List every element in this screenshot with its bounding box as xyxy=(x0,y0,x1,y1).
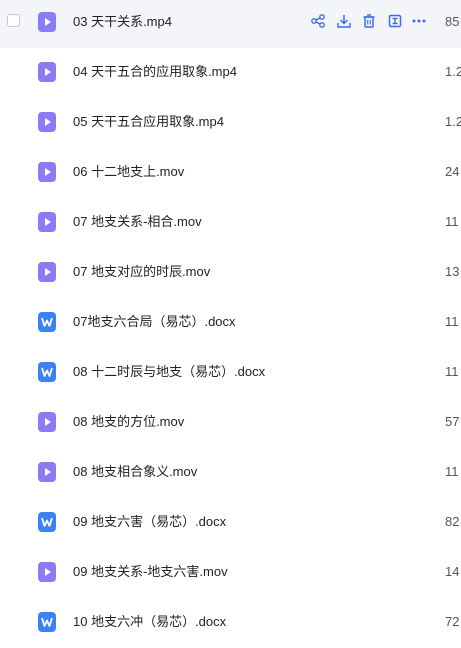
file-row[interactable]: 08 十二时辰与地支（易芯）.docx 11 xyxy=(0,348,461,398)
file-row[interactable]: 09 地支关系-地支六害.mov 14 xyxy=(0,548,461,598)
file-size: 14 xyxy=(445,564,460,579)
file-row[interactable]: 05 天干五合应用取象.mp4 1.2 xyxy=(0,98,461,148)
file-size: 13 xyxy=(445,264,460,279)
file-row[interactable]: 06 十二地支上.mov 24 xyxy=(0,148,461,198)
file-row[interactable]: 07地支六合局（易芯）.docx 11 xyxy=(0,298,461,348)
file-size: 1.2 xyxy=(445,114,461,129)
file-name[interactable]: 08 地支相合象义.mov xyxy=(73,463,197,481)
word-file-icon xyxy=(38,362,56,382)
video-file-icon xyxy=(38,12,56,32)
file-name[interactable]: 06 十二地支上.mov xyxy=(73,163,184,181)
video-file-icon xyxy=(38,462,56,482)
file-row[interactable]: 07 地支关系-相合.mov 11 xyxy=(0,198,461,248)
file-size: 82 xyxy=(445,514,460,529)
video-file-icon xyxy=(38,562,56,582)
file-size: 11 xyxy=(445,214,459,229)
word-file-icon xyxy=(38,512,56,532)
video-file-icon xyxy=(38,212,56,232)
file-name[interactable]: 05 天干五合应用取象.mp4 xyxy=(73,113,224,131)
file-row[interactable]: 10 地支六冲（易芯）.docx 72 xyxy=(0,598,461,648)
file-row[interactable]: 08 地支相合象义.mov 11 xyxy=(0,448,461,498)
file-list: 03 天干关系.mp4 85 04 天干五合的应用取象.mp4 1.2 05 天… xyxy=(0,0,461,638)
file-name[interactable]: 07 地支关系-相合.mov xyxy=(73,213,202,231)
file-size: 11 xyxy=(445,314,459,329)
file-row[interactable]: 07 地支对应的时辰.mov 13 xyxy=(0,248,461,298)
open-icon[interactable] xyxy=(387,11,403,31)
word-file-icon xyxy=(38,312,56,332)
file-name[interactable]: 03 天干关系.mp4 xyxy=(73,13,172,31)
file-name[interactable]: 09 地支六害（易芯）.docx xyxy=(73,513,226,531)
file-name[interactable]: 08 地支的方位.mov xyxy=(73,413,184,431)
file-row[interactable]: 03 天干关系.mp4 85 xyxy=(0,0,461,48)
file-row[interactable]: 04 天干五合的应用取象.mp4 1.2 xyxy=(0,48,461,98)
file-size: 11 xyxy=(445,364,459,379)
file-name[interactable]: 10 地支六冲（易芯）.docx xyxy=(73,613,226,631)
word-file-icon xyxy=(38,612,56,632)
file-name[interactable]: 09 地支关系-地支六害.mov xyxy=(73,563,228,581)
row-checkbox[interactable] xyxy=(7,14,20,27)
file-size: 1.2 xyxy=(445,64,461,79)
file-name[interactable]: 07地支六合局（易芯）.docx xyxy=(73,313,236,331)
more-icon[interactable] xyxy=(411,11,427,31)
file-size: 57 xyxy=(445,414,460,429)
file-name[interactable]: 04 天干五合的应用取象.mp4 xyxy=(73,63,237,81)
file-row[interactable]: 09 地支六害（易芯）.docx 82 xyxy=(0,498,461,548)
file-size: 72 xyxy=(445,614,460,629)
video-file-icon xyxy=(38,162,56,182)
file-row[interactable]: 08 地支的方位.mov 57 xyxy=(0,398,461,448)
file-size: 11 xyxy=(445,464,459,479)
file-size: 85 xyxy=(445,14,460,29)
video-file-icon xyxy=(38,412,56,432)
video-file-icon xyxy=(38,62,56,82)
file-name[interactable]: 08 十二时辰与地支（易芯）.docx xyxy=(73,363,265,381)
file-name[interactable]: 07 地支对应的时辰.mov xyxy=(73,263,210,281)
share-icon[interactable] xyxy=(310,11,326,31)
video-file-icon xyxy=(38,112,56,132)
video-file-icon xyxy=(38,262,56,282)
download-icon[interactable] xyxy=(336,11,352,31)
delete-icon[interactable] xyxy=(361,11,377,31)
file-size: 24 xyxy=(445,164,460,179)
